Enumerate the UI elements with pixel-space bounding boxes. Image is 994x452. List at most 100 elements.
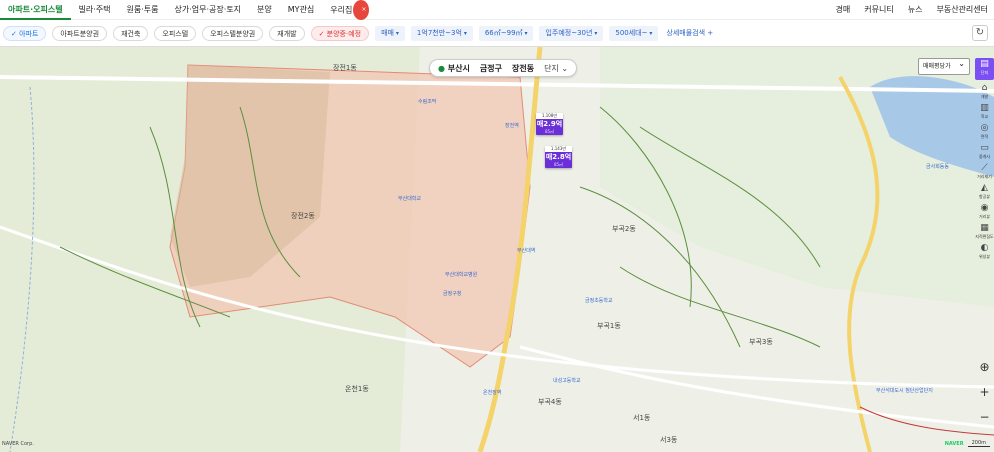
sidebar-cadastral[interactable]: ▦ 지적편집도 bbox=[975, 223, 994, 240]
cadastral-icon: ▦ bbox=[980, 223, 989, 233]
price-marker-2[interactable]: 1,143만 매2.8억 85㎡ bbox=[545, 146, 572, 168]
sidebar-label: 항공뷰 bbox=[978, 194, 991, 199]
link-management-center[interactable]: 부동산관리센터 bbox=[936, 4, 988, 15]
area-icon: ◎ bbox=[980, 123, 989, 133]
poi-geumjeong-elementary: 금정초등학교 bbox=[585, 298, 613, 304]
chip-apt[interactable]: ✓ 아파트 bbox=[3, 25, 47, 41]
poi-naeseong-high: 내성고등학교 bbox=[553, 378, 581, 384]
chip-reconstruction[interactable]: 재건축 bbox=[113, 25, 149, 41]
link-auction[interactable]: 경매 bbox=[836, 4, 851, 15]
menu-villa-house[interactable]: 빌라·주택 bbox=[71, 0, 119, 20]
poi-geumjeong-office: 금정구청 bbox=[443, 291, 462, 297]
menu-commercial[interactable]: 상가·업무·공장·토지 bbox=[167, 0, 250, 20]
sidebar-area[interactable]: ◎ 면적 bbox=[975, 123, 994, 140]
trade-price-select[interactable]: 매매평당가 bbox=[918, 56, 970, 75]
sidebar-school[interactable]: ▥ 학교 bbox=[975, 103, 994, 120]
price-marker-1[interactable]: 1,108만 매2.9억 85㎡ bbox=[536, 113, 563, 135]
scale-bar: 200m bbox=[967, 440, 990, 447]
select-trade-type[interactable]: 매매 bbox=[375, 25, 405, 41]
development-icon: ⌂ bbox=[981, 83, 988, 93]
link-community[interactable]: 커뮤니티 bbox=[864, 4, 893, 15]
school-icon: ▥ bbox=[980, 103, 989, 113]
naver-logo: NAVER bbox=[944, 440, 964, 447]
label-bugok4: 부곡4동 bbox=[538, 398, 562, 406]
poi-oncheonjang-station: 온천장역 bbox=[483, 390, 502, 396]
sidebar-satellite[interactable]: ◐ 위성뷰 bbox=[975, 243, 994, 260]
sidebar-label: 위성뷰 bbox=[978, 254, 991, 259]
poi-industrial-complex: 부산석대도시 첨단산업단지 bbox=[876, 388, 933, 394]
chip-presale-label: 분양중·예정 bbox=[326, 29, 362, 38]
select-area-range[interactable]: 66㎡~99㎡ bbox=[478, 25, 534, 41]
sidebar-development[interactable]: ⌂ 개발 bbox=[975, 83, 994, 100]
poi-surim: 수림조막 bbox=[418, 99, 437, 105]
ruler-icon: ⟋ bbox=[981, 163, 988, 173]
sidebar-label: 면적 bbox=[980, 134, 989, 139]
price-marker-area: 85㎡ bbox=[544, 129, 555, 134]
label-jangjeon2: 장전2동 bbox=[291, 212, 315, 220]
street-view-icon: ◉ bbox=[980, 203, 989, 213]
map-canvas[interactable]: 장전1동 장전2동 부곡2동 부곡1동 부곡4동 서1동 온천1동 서3동 부곡… bbox=[0, 47, 994, 452]
menu-my-home[interactable]: 우리집 × bbox=[322, 0, 377, 20]
chip-apt-label: 아파트 bbox=[19, 29, 39, 38]
copyright: NAVER Corp. bbox=[2, 441, 34, 447]
zoom-out-icon[interactable]: − bbox=[977, 410, 992, 425]
menu-oneroom[interactable]: 원룸·투룸 bbox=[119, 0, 167, 20]
top-right-links: 경매 커뮤니티 뉴스 부동산관리센터 bbox=[836, 4, 994, 15]
chip-officetel[interactable]: 오피스텔 bbox=[154, 25, 197, 41]
refresh-icon[interactable]: ↻ bbox=[972, 25, 988, 41]
filter-bar: ✓ 아파트 아파트분양권 재건축 오피스텔 오피스텔분양권 재개발 ✓ 분양중·… bbox=[0, 20, 994, 47]
chip-officetel-presale-right[interactable]: 오피스텔분양권 bbox=[202, 25, 264, 41]
location-dong[interactable]: 장전동 bbox=[512, 63, 534, 74]
poi-geumsa: 금사회동동 bbox=[926, 164, 950, 170]
chip-presale-upcoming[interactable]: ✓ 분양중·예정 bbox=[310, 25, 370, 41]
chip-redevelopment[interactable]: 재개발 bbox=[269, 25, 305, 41]
agent-icon: ▭ bbox=[980, 143, 989, 153]
menu-apt-officetel[interactable]: 아파트·오피스텔 bbox=[0, 0, 71, 20]
sidebar-label: 단지 bbox=[980, 70, 989, 75]
select-move-in-year[interactable]: 입주예정~30년 bbox=[539, 25, 604, 41]
poi-pnu-hospital: 부산대학교병원 bbox=[445, 272, 478, 278]
label-oncheon1: 온천1동 bbox=[345, 385, 369, 393]
zoom-in-icon[interactable]: + bbox=[977, 385, 992, 400]
my-location-icon[interactable]: ⊕ bbox=[977, 360, 992, 375]
price-marker-price: 매2.8억 bbox=[545, 153, 572, 161]
chip-apt-presale-right[interactable]: 아파트분양권 bbox=[52, 25, 108, 41]
sidebar-aerial[interactable]: ◭ 항공뷰 bbox=[975, 183, 994, 200]
sidebar-street[interactable]: ◉ 거리뷰 bbox=[975, 203, 994, 220]
city-label: 부산시 bbox=[447, 63, 470, 73]
sidebar-danji[interactable]: ▤ 단지 bbox=[975, 58, 994, 80]
location-mode[interactable]: 단지 ⌄ bbox=[544, 63, 568, 74]
map-footer-right: NAVER 200m bbox=[945, 440, 990, 447]
poi-pnu-station: 부산대역 bbox=[517, 248, 536, 254]
select-price-range[interactable]: 1억7천만~3억 bbox=[410, 25, 473, 41]
sidebar-label: 거리재기 bbox=[977, 174, 992, 179]
location-district[interactable]: 금정구 bbox=[480, 63, 502, 74]
sidebar-label: 개발 bbox=[980, 94, 989, 99]
select-household-count[interactable]: 500세대~ bbox=[609, 25, 659, 41]
menu-my-interest[interactable]: MY관심 bbox=[280, 0, 323, 20]
location-city[interactable]: ● 부산시 bbox=[438, 63, 470, 74]
label-bugok3: 부곡3동 bbox=[749, 338, 773, 346]
close-icon: × bbox=[353, 0, 370, 20]
building-icon: ▤ bbox=[980, 59, 989, 69]
sidebar-label: 학교 bbox=[980, 114, 989, 119]
poi-jangjeon-station: 장전역 bbox=[505, 123, 519, 129]
sidebar-agent[interactable]: ▭ 중개사 bbox=[975, 143, 994, 160]
menu-presale[interactable]: 분양 bbox=[249, 0, 280, 20]
label-seo1: 서1동 bbox=[633, 414, 651, 422]
my-home-label: 우리집 bbox=[330, 5, 353, 14]
sidebar-label: 거리뷰 bbox=[978, 214, 991, 219]
top-navigation: 아파트·오피스텔 빌라·주택 원룸·투룸 상가·업무·공장·토지 분양 MY관심… bbox=[0, 0, 994, 20]
poi-pusan-univ: 부산대학교 bbox=[398, 196, 422, 202]
location-pin-icon: ● bbox=[438, 63, 445, 73]
mode-label: 단지 bbox=[544, 63, 559, 73]
aerial-icon: ◭ bbox=[981, 183, 988, 193]
detail-search-link[interactable]: 상세매물검색 + bbox=[666, 28, 713, 38]
menu: 아파트·오피스텔 빌라·주택 원룸·투룸 상가·업무·공장·토지 분양 MY관심… bbox=[0, 0, 377, 20]
link-news[interactable]: 뉴스 bbox=[908, 4, 923, 15]
label-bugok2: 부곡2동 bbox=[612, 225, 636, 233]
label-jangjeon1: 장전1동 bbox=[333, 64, 357, 72]
sidebar-label: 중개사 bbox=[978, 154, 991, 159]
label-bugok1: 부곡1동 bbox=[597, 322, 621, 330]
sidebar-distance[interactable]: ⟋ 거리재기 bbox=[975, 163, 994, 180]
